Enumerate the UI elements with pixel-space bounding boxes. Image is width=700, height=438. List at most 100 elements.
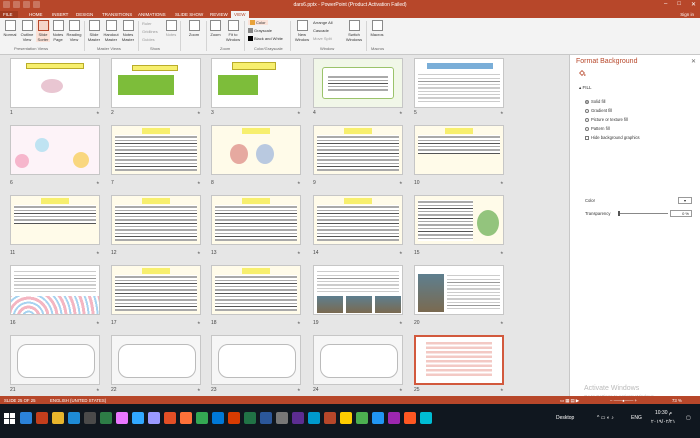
slide-master-button[interactable]: Slide Master [87, 20, 101, 42]
fill-section-header[interactable]: ▴ FILL [579, 85, 592, 91]
chrome-icon[interactable] [196, 412, 208, 424]
app-icon[interactable] [276, 412, 288, 424]
ruler-checkbox[interactable]: Ruler [142, 21, 152, 26]
clock-time[interactable]: 10:30 م [655, 410, 672, 416]
powerpoint-taskbar-icon[interactable] [36, 412, 48, 424]
slide-thumbnail[interactable] [313, 58, 403, 108]
cascade-button[interactable]: Cascade [313, 28, 329, 33]
app-icon[interactable] [356, 412, 368, 424]
macros-button[interactable]: Macros [370, 20, 384, 37]
slide-thumbnail[interactable] [313, 335, 403, 385]
close-button[interactable]: ✕ [691, 1, 696, 8]
app-icon[interactable] [292, 412, 304, 424]
outline-view-button[interactable]: Outline View [19, 20, 35, 42]
tab-insert[interactable]: INSERT [49, 11, 71, 18]
slide-thumbnail[interactable] [211, 125, 301, 175]
app-icon[interactable] [420, 412, 432, 424]
windows-start-icon[interactable] [4, 413, 15, 424]
tab-animations[interactable]: ANIMATIONS [135, 11, 169, 18]
app-icon[interactable] [164, 412, 176, 424]
notes-page-button[interactable]: Notes Page [51, 20, 65, 42]
zoom-slider[interactable]: – ——●—— + [610, 398, 637, 403]
grayscale-button[interactable]: Grayscale [248, 28, 272, 34]
app-icon[interactable] [68, 412, 80, 424]
excel-icon[interactable] [244, 412, 256, 424]
slide-thumbnail[interactable] [10, 125, 100, 175]
slide-thumbnail[interactable] [313, 265, 403, 315]
tab-view[interactable]: VIEW [231, 11, 249, 18]
app-icon[interactable] [100, 412, 112, 424]
gradient-fill-option[interactable]: Gradient fill [585, 108, 612, 113]
notification-icon[interactable]: ▢ [686, 415, 691, 421]
picture-fill-option[interactable]: Picture or texture fill [585, 117, 628, 122]
slide-thumbnail[interactable] [414, 58, 504, 108]
tab-home[interactable]: HOME [26, 11, 46, 18]
app-icon[interactable] [404, 412, 416, 424]
slide-thumbnail[interactable] [111, 335, 201, 385]
slide-thumbnail[interactable] [414, 265, 504, 315]
slide-thumbnail[interactable] [10, 265, 100, 315]
move-split-button[interactable]: Move Split [313, 36, 332, 41]
slide-thumbnail[interactable] [313, 125, 403, 175]
slide-thumbnail[interactable] [111, 58, 201, 108]
app-icon[interactable] [340, 412, 352, 424]
word-icon[interactable] [260, 412, 272, 424]
arrange-all-button[interactable]: Arrange All [313, 20, 333, 25]
slide-thumbnail[interactable] [10, 335, 100, 385]
app-icon[interactable] [388, 412, 400, 424]
solid-fill-option[interactable]: Solid fill [585, 99, 605, 104]
guides-checkbox[interactable]: Guides [142, 37, 155, 42]
normal-view-button[interactable]: Normal [2, 20, 18, 37]
tab-design[interactable]: DESIGN [73, 11, 96, 18]
slide-thumbnail[interactable] [111, 265, 201, 315]
transparency-slider-handle[interactable] [618, 211, 620, 216]
powerpoint-window-icon[interactable] [324, 412, 336, 424]
language-indicator[interactable]: ENG [631, 415, 642, 421]
view-direction-button[interactable]: Zoom [184, 20, 204, 37]
new-window-button[interactable]: New Window [293, 20, 311, 42]
gridlines-checkbox[interactable]: Gridlines [142, 29, 158, 34]
tab-review[interactable]: REVIEW [207, 11, 231, 18]
office-icon[interactable] [228, 412, 240, 424]
color-button[interactable]: Color [248, 20, 268, 26]
transparency-input[interactable]: 0 % [670, 210, 692, 217]
maximize-button[interactable]: □ [677, 1, 681, 8]
hide-background-graphics-checkbox[interactable]: Hide background graphics [585, 135, 640, 140]
firefox-icon[interactable] [180, 412, 192, 424]
slide-thumbnail[interactable] [414, 195, 504, 245]
tray-icons[interactable]: ^ ▭ ◐ ♪ [597, 415, 614, 421]
transparency-slider[interactable] [618, 213, 668, 214]
desktop-toolbar[interactable]: Desktop [556, 415, 574, 421]
language-status[interactable]: ENGLISH (UNITED STATES) [50, 398, 106, 403]
tab-slide-show[interactable]: SLIDE SHOW [172, 11, 206, 18]
zoom-level[interactable]: 73 % [672, 398, 682, 403]
view-buttons[interactable]: ▭ ▦ ▤ ▶ [560, 398, 579, 404]
notes-master-button[interactable]: Notes Master [120, 20, 136, 42]
slide-thumbnail[interactable] [111, 195, 201, 245]
task-view-icon[interactable] [20, 412, 32, 424]
zoom-button[interactable]: Zoom [209, 20, 222, 37]
slide-thumbnail[interactable] [211, 195, 301, 245]
slide-thumbnail[interactable] [211, 335, 301, 385]
slide-thumbnail[interactable] [211, 265, 301, 315]
minimize-button[interactable]: – [664, 1, 667, 8]
slide-thumbnail[interactable] [111, 125, 201, 175]
slide-thumbnail-selected[interactable] [414, 335, 504, 385]
clock-date[interactable]: ۲۰۱۹/۰۲/۲۱ [651, 419, 675, 425]
app-icon[interactable] [308, 412, 320, 424]
app-icon[interactable] [84, 412, 96, 424]
color-picker-button[interactable]: ▾ [678, 197, 692, 204]
handout-master-button[interactable]: Handout Master [103, 20, 119, 42]
paint-bucket-icon[interactable] [578, 69, 586, 77]
slide-thumbnail[interactable] [10, 58, 100, 108]
tab-file[interactable]: FILE [0, 11, 18, 18]
black-and-white-button[interactable]: Black and White [248, 36, 283, 42]
adobe-photoshop-icon[interactable] [132, 412, 144, 424]
pattern-fill-option[interactable]: Pattern fill [585, 126, 610, 131]
slide-thumbnail[interactable] [313, 195, 403, 245]
switch-windows-button[interactable]: Switch Windows [344, 20, 364, 42]
notes-button[interactable]: Notes [165, 20, 177, 37]
tab-transitions[interactable]: TRANSITIONS [99, 11, 135, 18]
fit-to-window-button[interactable]: Fit to Window [224, 20, 242, 42]
reading-view-button[interactable]: Reading View [66, 20, 82, 42]
